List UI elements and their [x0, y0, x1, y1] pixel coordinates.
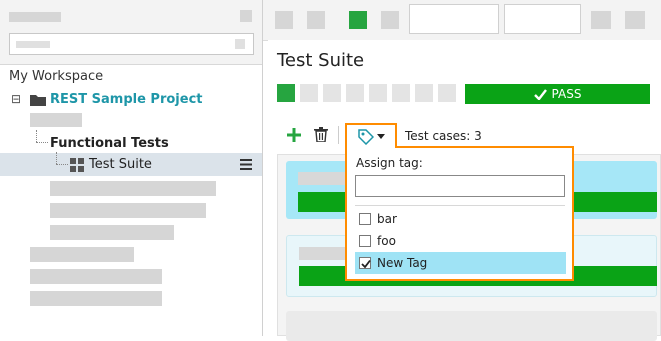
tree-item-project[interactable]: REST Sample Project — [50, 92, 203, 107]
test-suite-icon — [70, 158, 84, 172]
checkbox-unchecked[interactable] — [359, 213, 371, 225]
workspace-label: My Workspace — [9, 69, 104, 84]
tree-item-placeholder[interactable] — [30, 291, 162, 306]
toolbar-field[interactable] — [409, 4, 499, 34]
checkmark-icon — [361, 259, 371, 269]
tree-item-placeholder[interactable] — [30, 247, 134, 262]
toolbar-button[interactable] — [591, 11, 611, 29]
tree-connector — [36, 130, 37, 142]
navigator-menu-icon[interactable] — [240, 10, 252, 22]
navigator-header — [0, 0, 262, 65]
tree-item-placeholder[interactable] — [30, 113, 82, 127]
checkbox-checked[interactable] — [359, 257, 371, 269]
toolbar-button[interactable] — [307, 11, 325, 29]
main-toolbar — [263, 0, 661, 41]
run-button[interactable] — [349, 11, 367, 29]
folder-icon — [30, 95, 46, 106]
test-case-card[interactable] — [286, 311, 657, 341]
tag-name-input[interactable] — [355, 175, 565, 197]
test-case-name-placeholder — [299, 247, 349, 260]
tree-item-functional-tests[interactable]: Functional Tests — [50, 136, 169, 151]
tag-option-foo[interactable]: foo — [355, 230, 566, 252]
toolbar-divider — [338, 126, 339, 144]
tree-connector — [36, 142, 48, 143]
status-indicator[interactable] — [392, 84, 410, 102]
test-case-name-placeholder — [298, 172, 348, 185]
assign-tag-button[interactable] — [345, 123, 397, 148]
toolbar-button[interactable] — [625, 11, 645, 29]
status-indicator[interactable] — [438, 84, 456, 102]
search-placeholder — [16, 41, 50, 48]
tag-option-label: New Tag — [377, 256, 428, 270]
status-indicator[interactable] — [369, 84, 387, 102]
status-indicator[interactable] — [323, 84, 341, 102]
tree-item-placeholder[interactable] — [50, 225, 174, 240]
tree-item-placeholder[interactable] — [50, 203, 206, 218]
page-title: Test Suite — [277, 50, 365, 71]
toolbar-button[interactable] — [275, 11, 293, 29]
assign-tag-label: Assign tag: — [356, 156, 423, 170]
navigator-title-placeholder — [9, 12, 61, 22]
tag-option-label: foo — [377, 234, 396, 248]
collapse-toggle-icon[interactable]: ⊟ — [11, 92, 21, 106]
tree-connector — [56, 152, 57, 164]
checkbox-unchecked[interactable] — [359, 235, 371, 247]
tree-item-placeholder[interactable] — [30, 269, 162, 284]
tag-option-bar[interactable]: bar — [355, 208, 566, 230]
tree-item-test-suite[interactable]: Test Suite — [89, 157, 152, 172]
status-indicator-pass[interactable] — [277, 84, 295, 102]
dropdown-divider — [355, 205, 565, 206]
tag-icon — [357, 128, 374, 145]
status-indicator[interactable] — [346, 84, 364, 102]
trash-icon[interactable] — [314, 127, 328, 142]
status-indicator[interactable] — [415, 84, 433, 102]
row-menu-icon[interactable] — [240, 159, 252, 170]
tag-option-label: bar — [377, 212, 397, 226]
test-cases-count: Test cases: 3 — [405, 129, 482, 143]
tag-option-new-tag[interactable]: New Tag — [355, 252, 566, 274]
navigator-panel: My Workspace ⊟ REST Sample Project Funct… — [0, 0, 263, 336]
search-icon[interactable] — [235, 39, 245, 49]
assign-tag-dropdown: Assign tag: bar foo New Tag — [345, 146, 574, 281]
run-status-bar: PASS — [465, 84, 650, 104]
toolbar-button[interactable] — [381, 11, 399, 29]
checkmark-icon — [533, 88, 547, 100]
tree-item-placeholder[interactable] — [50, 181, 216, 196]
tree-connector — [56, 164, 68, 165]
add-icon[interactable] — [287, 128, 301, 142]
navigator-search-input[interactable] — [9, 33, 254, 55]
status-indicator[interactable] — [300, 84, 318, 102]
run-status-label: PASS — [551, 87, 582, 101]
toolbar-field[interactable] — [504, 4, 581, 34]
chevron-down-icon — [376, 134, 385, 139]
